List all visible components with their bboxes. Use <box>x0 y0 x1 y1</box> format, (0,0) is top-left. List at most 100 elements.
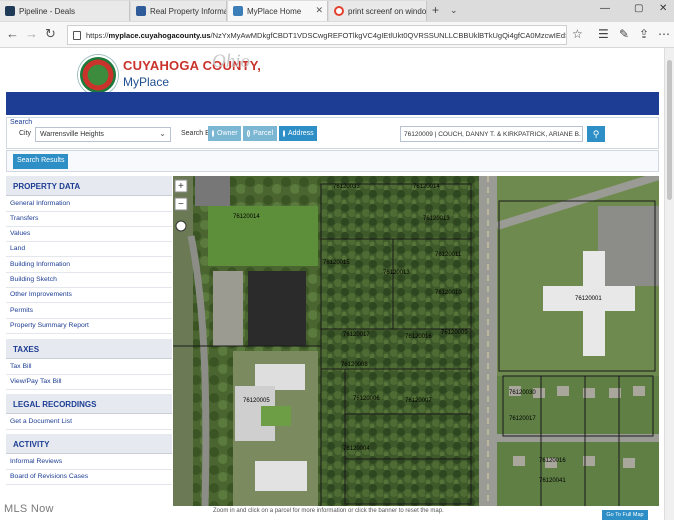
google-favicon-icon <box>334 6 344 16</box>
search-button[interactable]: ⚲ <box>587 126 605 142</box>
scrollbar-thumb[interactable] <box>667 60 672 200</box>
property-data-heading: PROPERTY DATA <box>6 176 172 196</box>
close-window-icon[interactable]: ✕ <box>659 3 667 14</box>
sidebar-link-permits[interactable]: Permits <box>6 304 172 319</box>
search-section-label: Search <box>10 119 33 126</box>
horizontal-street <box>497 434 659 442</box>
parking-lot <box>213 271 243 346</box>
parcel-label[interactable]: 76120006 <box>353 396 380 402</box>
url-host: myplace.cuyahogacounty.us <box>108 30 211 40</box>
radio-dot-icon <box>283 130 285 137</box>
tab-real-property[interactable]: Real Property Information - <box>131 1 227 21</box>
sidebar-link-building-information[interactable]: Building Information <box>6 258 172 273</box>
activity-heading: ACTIVITY <box>6 434 172 454</box>
radio-dot-icon <box>212 130 214 137</box>
parcel-label[interactable]: 76120033 <box>333 184 360 190</box>
more-icon[interactable]: ⋯ <box>658 27 670 41</box>
maximize-icon[interactable]: ▢ <box>634 3 643 14</box>
lawn-area <box>208 206 318 266</box>
parcel-label[interactable]: 76120009 <box>441 330 468 336</box>
sidebar-link-informal-reviews[interactable]: Informal Reviews <box>6 455 172 470</box>
minimize-icon[interactable]: — <box>600 3 610 14</box>
tab-list-chevron-icon[interactable]: ⌄ <box>450 5 458 16</box>
results-bar: Search Results <box>6 150 659 172</box>
sidebar-link-values[interactable]: Values <box>6 227 172 242</box>
parcel-label[interactable]: 76120011 <box>435 252 462 258</box>
myplace-favicon-icon <box>233 6 243 16</box>
sidebar-link-other-improvements[interactable]: Other Improvements <box>6 288 172 303</box>
sidebar-link-tax-bill[interactable]: Tax Bill <box>6 360 172 375</box>
full-map-button[interactable]: Go To Full Map <box>602 510 648 520</box>
parcel-label[interactable]: 76120013 <box>383 270 410 276</box>
refresh-icon[interactable]: ↻ <box>45 27 56 41</box>
share-icon[interactable]: ⇪ <box>639 27 649 41</box>
aerial-parcel-map[interactable]: 76120033 76120014 76120013 76120014 76120015… <box>173 176 659 506</box>
sidebar: PROPERTY DATA General Information Transf… <box>6 176 172 486</box>
sidebar-link-general-information[interactable]: General Information <box>6 197 172 212</box>
property-favicon-icon <box>136 6 146 16</box>
pipeline-favicon-icon <box>5 6 15 16</box>
parcel-label[interactable]: 76120015 <box>323 260 350 266</box>
sidebar-link-transfers[interactable]: Transfers <box>6 212 172 227</box>
radio-label: Address <box>288 130 314 137</box>
page-scrollbar[interactable] <box>664 48 674 520</box>
parcel-label[interactable]: 76120004 <box>343 446 370 452</box>
sidebar-link-land[interactable]: Land <box>6 242 172 257</box>
parcel-label[interactable]: 76120010 <box>435 290 462 296</box>
new-tab-icon[interactable]: + <box>432 3 439 17</box>
city-label: City <box>19 130 32 137</box>
sidebar-link-building-sketch[interactable]: Building Sketch <box>6 273 172 288</box>
app-name: MyPlace <box>123 75 170 89</box>
pen-icon[interactable]: ✎ <box>619 27 629 41</box>
parcel-label[interactable]: 76120005 <box>243 398 270 404</box>
back-arrow-icon[interactable]: ← <box>6 27 19 41</box>
parking-area <box>195 176 230 206</box>
search-by-parcel-radio[interactable]: Parcel <box>243 126 277 141</box>
tab-title: MyPlace Home <box>247 6 302 16</box>
sidebar-link-document-list[interactable]: Get a Document List <box>6 415 172 430</box>
county-seal-logo[interactable] <box>78 55 118 95</box>
radio-label: Owner <box>217 130 238 137</box>
favorite-star-icon[interactable]: ☆ <box>572 27 583 41</box>
parcel-label[interactable]: 76120017 <box>343 332 370 338</box>
search-input[interactable]: 76120009 | COUCH, DANNY T. & KIRKPATRICK… <box>400 126 583 142</box>
parcel-label[interactable]: 76120017 <box>509 416 536 422</box>
parcel-label[interactable]: 76120016 <box>405 334 432 340</box>
forward-arrow-icon[interactable]: → <box>25 27 38 41</box>
zoom-controls[interactable]: + − <box>174 179 188 232</box>
search-by-owner-radio[interactable]: Owner <box>208 126 241 141</box>
header-banner <box>6 92 659 115</box>
parcel-label[interactable]: 76120014 <box>233 214 260 220</box>
aerial-map-svg[interactable]: 76120033 76120014 76120013 76120014 76120015… <box>173 176 659 506</box>
parcel-label[interactable]: 76120030 <box>509 390 536 396</box>
radio-label: Parcel <box>253 130 273 137</box>
magnifier-icon[interactable] <box>175 220 187 232</box>
parcel-label[interactable]: 76120016 <box>539 458 566 464</box>
search-results-button[interactable]: Search Results <box>13 154 69 169</box>
address-bar[interactable]: https:// myplace.cuyahogacounty.us /NzYx… <box>67 25 567 45</box>
state-script: Ohio <box>212 51 250 72</box>
parcel-label[interactable]: 76120001 <box>575 296 602 302</box>
search-by-address-radio[interactable]: Address <box>279 126 317 141</box>
parcel-label[interactable]: 76120041 <box>539 478 566 484</box>
sidebar-link-view-pay-tax-bill[interactable]: View/Pay Tax Bill <box>6 375 172 390</box>
sidebar-link-board-of-revisions[interactable]: Board of Revisions Cases <box>6 470 172 485</box>
url-scheme: https:// <box>86 30 109 40</box>
search-panel: Search City Warrensville Heights ⌄ Searc… <box>6 117 659 149</box>
parcel-label[interactable]: 76120008 <box>341 362 368 368</box>
radio-dot-icon <box>247 130 251 137</box>
tab-title: Pipeline - Deals <box>19 6 76 16</box>
map-instruction: Zoom in and click on a parcel for more i… <box>213 508 444 514</box>
favorites-hub-icon[interactable]: ☰ <box>598 27 609 41</box>
tab-myplace-home[interactable]: MyPlace Home ✕ <box>228 1 328 21</box>
sidebar-link-property-summary-report[interactable]: Property Summary Report <box>6 319 172 334</box>
tab-pipeline-deals[interactable]: Pipeline - Deals <box>0 1 130 21</box>
parcel-label[interactable]: 76120013 <box>423 216 450 222</box>
parcel-label[interactable]: 76120014 <box>413 184 440 190</box>
city-dropdown[interactable]: Warrensville Heights ⌄ <box>35 127 171 142</box>
close-tab-icon[interactable]: ✕ <box>315 5 323 16</box>
parcel-label[interactable]: 76120007 <box>405 398 432 404</box>
mls-now-watermark: MLS Now <box>4 503 54 515</box>
tab-google-search[interactable]: print screenf on windows - G <box>329 1 427 21</box>
parking-lot-right <box>598 206 659 286</box>
